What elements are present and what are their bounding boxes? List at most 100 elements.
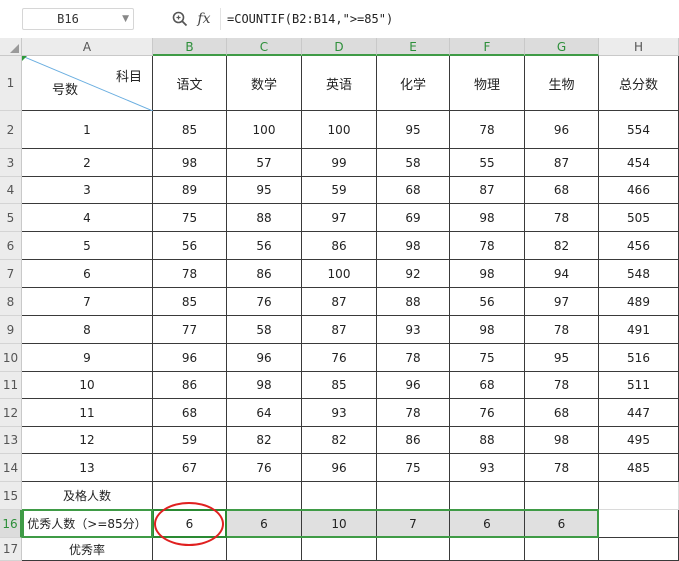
score-cell[interactable]: 97: [302, 204, 377, 232]
score-cell[interactable]: 98: [450, 204, 525, 232]
excellent-count-cell[interactable]: 6: [227, 510, 302, 538]
score-cell[interactable]: 95: [227, 177, 302, 204]
score-cell[interactable]: 85: [153, 288, 227, 316]
score-cell[interactable]: 78: [153, 260, 227, 288]
score-cell[interactable]: 78: [525, 372, 599, 399]
score-cell[interactable]: 78: [450, 232, 525, 260]
subject-header[interactable]: 化学: [377, 56, 450, 111]
row-header-8[interactable]: 8: [0, 288, 22, 316]
score-cell[interactable]: 58: [227, 316, 302, 344]
score-cell[interactable]: 69: [377, 204, 450, 232]
chevron-down-icon[interactable]: ▼: [122, 9, 129, 29]
score-cell[interactable]: 99: [302, 149, 377, 177]
score-cell[interactable]: 75: [450, 344, 525, 372]
score-cell[interactable]: 88: [377, 288, 450, 316]
score-cell[interactable]: 96: [377, 372, 450, 399]
pass-count-label[interactable]: 及格人数: [22, 482, 153, 510]
score-cell[interactable]: 93: [377, 316, 450, 344]
score-cell[interactable]: 68: [153, 399, 227, 427]
excellent-count-label[interactable]: 优秀人数（>=85分）: [22, 510, 153, 538]
pass-count-cell[interactable]: [450, 482, 525, 510]
score-cell[interactable]: 98: [525, 427, 599, 454]
score-cell[interactable]: 76: [450, 399, 525, 427]
select-all-corner[interactable]: [0, 38, 22, 56]
column-header-c[interactable]: C: [227, 38, 302, 56]
score-cell[interactable]: 93: [302, 399, 377, 427]
score-cell[interactable]: 95: [377, 111, 450, 149]
score-cell[interactable]: 98: [450, 260, 525, 288]
excellent-count-cell[interactable]: 6: [153, 510, 227, 538]
row-header-2[interactable]: 2: [0, 111, 22, 149]
score-cell[interactable]: 56: [227, 232, 302, 260]
score-cell[interactable]: 55: [450, 149, 525, 177]
score-cell[interactable]: 95: [525, 344, 599, 372]
total-score-cell[interactable]: 554: [599, 111, 679, 149]
column-header-h[interactable]: H: [599, 38, 679, 56]
score-cell[interactable]: 75: [153, 204, 227, 232]
column-header-e[interactable]: E: [377, 38, 450, 56]
score-cell[interactable]: 94: [525, 260, 599, 288]
excellent-rate-cell[interactable]: [302, 538, 377, 561]
score-cell[interactable]: 87: [302, 288, 377, 316]
row-header-16[interactable]: 16: [0, 510, 22, 538]
subject-header[interactable]: 英语: [302, 56, 377, 111]
score-cell[interactable]: 82: [227, 427, 302, 454]
row-header-1[interactable]: 1: [0, 56, 22, 111]
name-box[interactable]: B16 ▼: [22, 8, 134, 30]
score-cell[interactable]: 78: [377, 399, 450, 427]
student-number-cell[interactable]: 9: [22, 344, 153, 372]
column-header-f[interactable]: F: [450, 38, 525, 56]
subject-header[interactable]: 语文: [153, 56, 227, 111]
score-cell[interactable]: 87: [525, 149, 599, 177]
excellent-count-cell[interactable]: 10: [302, 510, 377, 538]
score-cell[interactable]: 76: [302, 344, 377, 372]
header-cell-diagonal[interactable]: 科目 号数: [22, 56, 153, 111]
score-cell[interactable]: 86: [377, 427, 450, 454]
score-cell[interactable]: 97: [525, 288, 599, 316]
pass-count-cell[interactable]: [525, 482, 599, 510]
score-cell[interactable]: 98: [450, 316, 525, 344]
total-score-cell[interactable]: 489: [599, 288, 679, 316]
student-number-cell[interactable]: 8: [22, 316, 153, 344]
score-cell[interactable]: 78: [377, 344, 450, 372]
score-cell[interactable]: 59: [302, 177, 377, 204]
student-number-cell[interactable]: 10: [22, 372, 153, 399]
subject-header[interactable]: 物理: [450, 56, 525, 111]
row-header-3[interactable]: 3: [0, 149, 22, 177]
score-cell[interactable]: 78: [450, 111, 525, 149]
total-score-cell[interactable]: 454: [599, 149, 679, 177]
score-cell[interactable]: 86: [227, 260, 302, 288]
total-score-cell[interactable]: 516: [599, 344, 679, 372]
score-cell[interactable]: 68: [377, 177, 450, 204]
column-header-a[interactable]: A: [22, 38, 153, 56]
row-header-11[interactable]: 11: [0, 372, 22, 399]
student-number-cell[interactable]: 3: [22, 177, 153, 204]
score-cell[interactable]: 86: [302, 232, 377, 260]
total-score-cell[interactable]: 485: [599, 454, 679, 482]
score-cell[interactable]: 76: [227, 454, 302, 482]
zoom-search-icon[interactable]: [171, 10, 189, 28]
subject-header[interactable]: 数学: [227, 56, 302, 111]
score-cell[interactable]: 75: [377, 454, 450, 482]
score-cell[interactable]: 98: [227, 372, 302, 399]
row-header-17[interactable]: 17: [0, 538, 22, 561]
total-score-cell[interactable]: 466: [599, 177, 679, 204]
score-cell[interactable]: 93: [450, 454, 525, 482]
formula-input[interactable]: =COUNTIF(B2:B14,">=85"): [220, 8, 679, 30]
excellent-rate-cell[interactable]: [525, 538, 599, 561]
row-header-7[interactable]: 7: [0, 260, 22, 288]
row-header-10[interactable]: 10: [0, 344, 22, 372]
row-header-5[interactable]: 5: [0, 204, 22, 232]
score-cell[interactable]: 78: [525, 204, 599, 232]
pass-count-cell[interactable]: [153, 482, 227, 510]
student-number-cell[interactable]: 11: [22, 399, 153, 427]
score-cell[interactable]: 57: [227, 149, 302, 177]
score-cell[interactable]: 82: [525, 232, 599, 260]
empty-cell[interactable]: [599, 482, 679, 510]
score-cell[interactable]: 68: [450, 372, 525, 399]
excellent-count-cell[interactable]: 6: [525, 510, 599, 538]
total-score-cell[interactable]: 495: [599, 427, 679, 454]
score-cell[interactable]: 77: [153, 316, 227, 344]
pass-count-cell[interactable]: [302, 482, 377, 510]
student-number-cell[interactable]: 6: [22, 260, 153, 288]
